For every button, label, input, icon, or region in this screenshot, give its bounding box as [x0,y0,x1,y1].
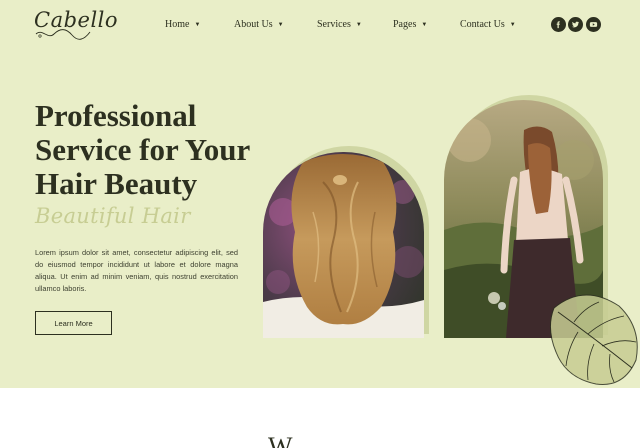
hero-script-title: Beautiful Hair [35,204,191,228]
hero-section: Cabello Home ▼ About Us ▼ Services ▼ Pages ▼… [0,0,640,388]
nav-item-contact-us[interactable]: Contact Us ▼ [460,19,516,30]
chevron-down-icon: ▼ [509,22,516,28]
nav-item-pages[interactable]: Pages ▼ [393,19,427,30]
twitter-icon[interactable] [568,17,583,32]
nav-item-about-us[interactable]: About Us ▼ [234,19,284,30]
chevron-down-icon: ▼ [194,22,201,28]
chevron-down-icon: ▼ [277,22,284,28]
hero-body-text: Lorem ipsum dolor sit amet, consectetur … [35,248,238,293]
facebook-icon[interactable] [551,17,566,32]
nav-item-services[interactable]: Services ▼ [317,19,362,30]
chevron-down-icon: ▼ [355,22,362,28]
learn-more-button[interactable]: Learn More [35,311,112,335]
nav-item-home[interactable]: Home ▼ [165,19,200,30]
hero-headline: Professional Service for Your Hair Beaut… [35,98,250,201]
chevron-down-icon: ▼ [421,22,428,28]
main-nav: Home ▼ About Us ▼ Services ▼ Pages ▼ Contact… [0,19,640,33]
hair-photo-braid [263,152,424,338]
monstera-leaf-icon [550,294,638,385]
welcome-heading: W [268,432,293,448]
youtube-icon[interactable] [586,17,601,32]
